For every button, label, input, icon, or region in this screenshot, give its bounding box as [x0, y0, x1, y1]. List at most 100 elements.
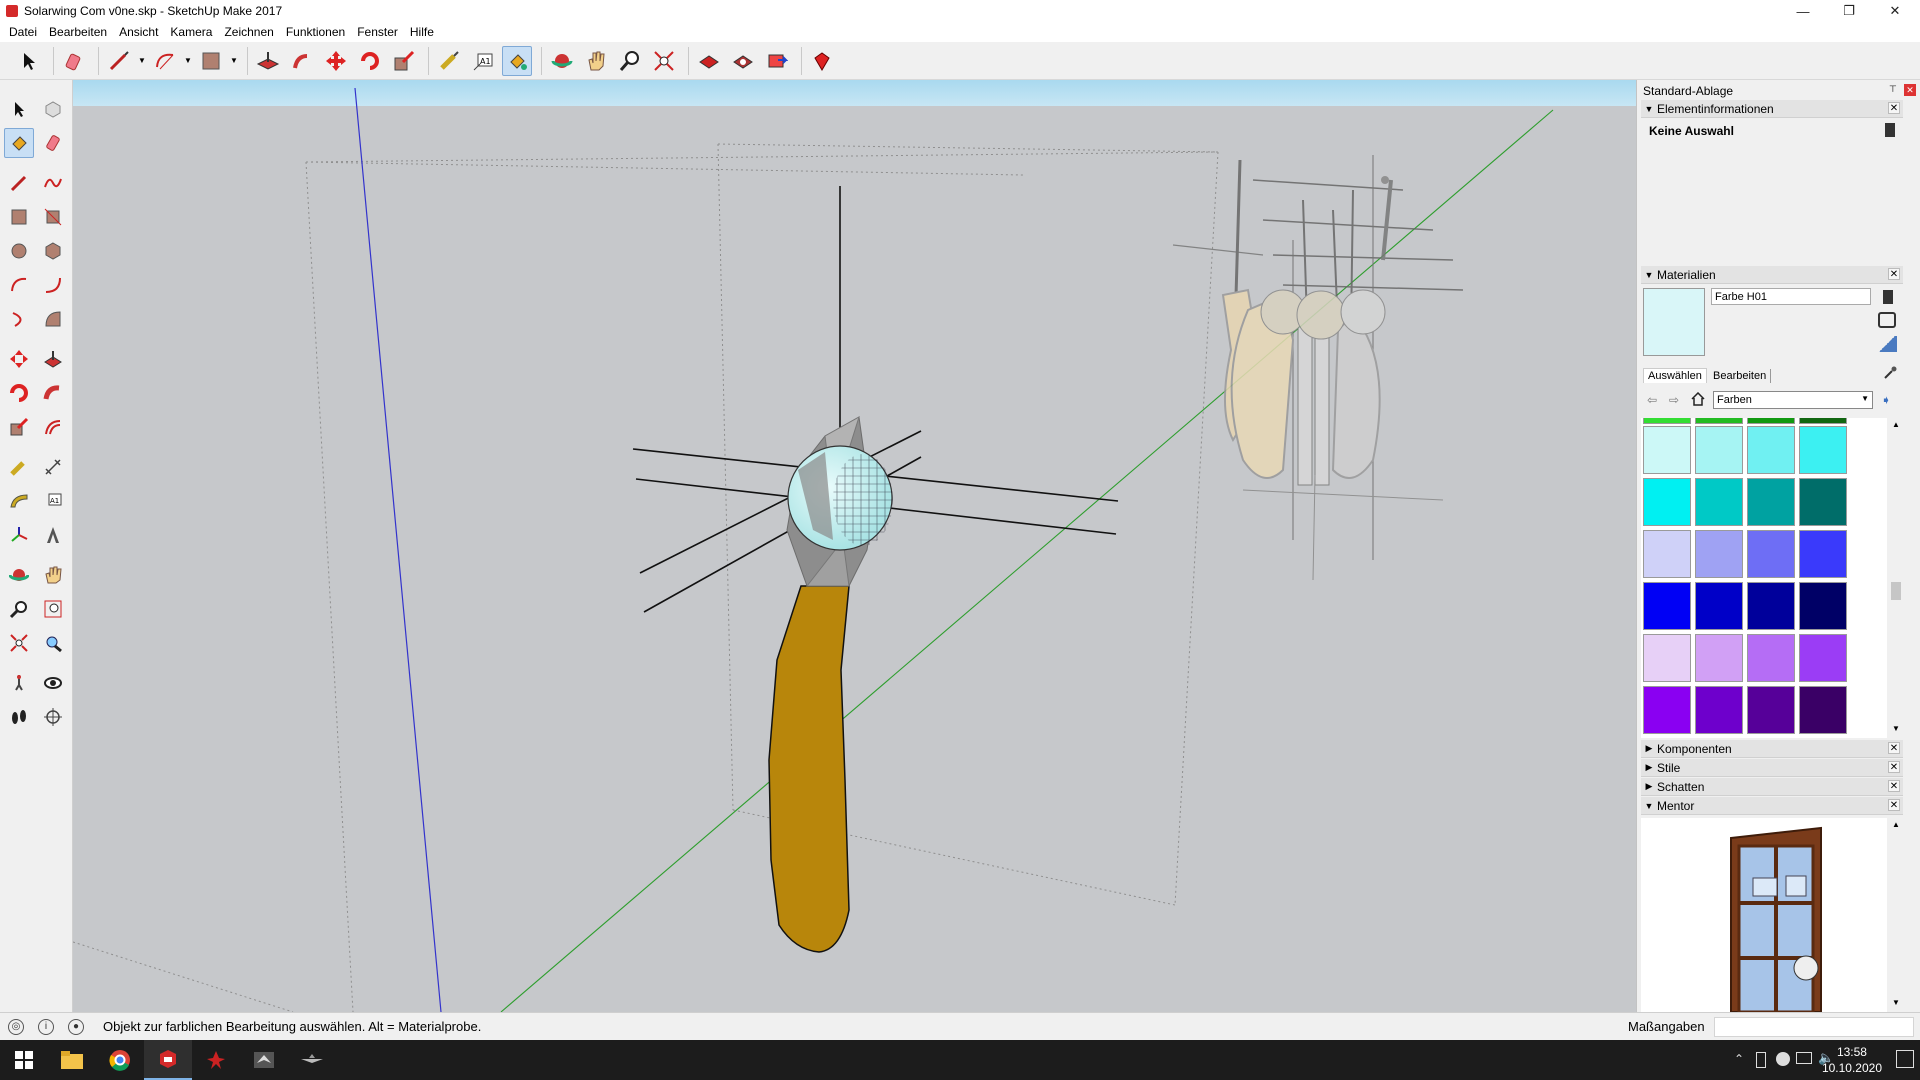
panel-mentor-header[interactable]: ▼ Mentor ✕	[1641, 797, 1903, 815]
create-material-icon[interactable]	[1883, 290, 1893, 304]
menu-datei[interactable]: Datei	[3, 25, 43, 39]
offset-tool-icon[interactable]	[38, 412, 68, 442]
circle-tool-icon[interactable]	[4, 236, 34, 266]
look-around-icon[interactable]	[38, 668, 68, 698]
tape-measure-tool-icon[interactable]	[4, 452, 34, 482]
orbit-tool-icon[interactable]	[547, 46, 577, 76]
color-swatch[interactable]	[1643, 634, 1691, 682]
axes-tool-icon[interactable]	[4, 520, 34, 550]
arc-tool-icon[interactable]	[150, 46, 180, 76]
zoom-tool-icon[interactable]	[4, 594, 34, 624]
color-swatch[interactable]	[1643, 418, 1691, 424]
scroll-up-icon[interactable]: ▲	[1892, 420, 1900, 429]
rectangle-tool-icon[interactable]	[4, 202, 34, 232]
menu-zeichnen[interactable]: Zeichnen	[218, 25, 279, 39]
color-swatch[interactable]	[1799, 634, 1847, 682]
move-tool-icon[interactable]	[321, 46, 351, 76]
extension-warehouse-icon[interactable]	[728, 46, 758, 76]
mentor-scrollbar[interactable]: ▲ ▼	[1889, 818, 1903, 1012]
sample-paint-icon[interactable]	[1877, 336, 1897, 352]
follow-me-tool-icon[interactable]	[38, 378, 68, 408]
panel-close-icon[interactable]: ✕	[1888, 761, 1900, 773]
select-tool-icon[interactable]	[4, 94, 34, 124]
color-swatch[interactable]	[1747, 582, 1795, 630]
walk-tool-icon[interactable]	[4, 702, 34, 732]
panel-close-icon[interactable]: ✕	[1888, 780, 1900, 792]
rotate-tool-icon[interactable]	[4, 378, 34, 408]
battery-icon[interactable]	[1756, 1052, 1766, 1068]
color-swatch[interactable]	[1747, 426, 1795, 474]
pan-tool-icon[interactable]	[581, 46, 611, 76]
eyedropper-icon[interactable]	[1883, 366, 1897, 380]
chrome-icon[interactable]	[96, 1040, 144, 1080]
maximize-button[interactable]: ❐	[1826, 0, 1872, 22]
info-icon[interactable]: i	[38, 1018, 54, 1035]
rotate-tool-icon[interactable]	[355, 46, 385, 76]
two-point-arc-tool-icon[interactable]	[38, 270, 68, 300]
zoom-extents-tool-icon[interactable]	[4, 628, 34, 658]
color-swatch[interactable]	[1747, 634, 1795, 682]
scroll-up-icon[interactable]: ▲	[1892, 820, 1900, 829]
make-component-icon[interactable]	[38, 94, 68, 124]
drawing-viewport[interactable]	[73, 80, 1636, 1012]
forward-icon[interactable]: ⇨	[1669, 393, 1679, 407]
menu-funktionen[interactable]: Funktionen	[280, 25, 351, 39]
share-model-icon[interactable]	[762, 46, 792, 76]
zoom-extents-tool-icon[interactable]	[649, 46, 679, 76]
app-plane-icon[interactable]	[240, 1040, 288, 1080]
tab-bearbeiten[interactable]: Bearbeiten	[1709, 369, 1772, 383]
color-swatch[interactable]	[1799, 530, 1847, 578]
tray-close-icon[interactable]: ✕	[1904, 84, 1916, 96]
color-swatch[interactable]	[1695, 418, 1743, 424]
menu-kamera[interactable]: Kamera	[164, 25, 218, 39]
color-swatch[interactable]	[1643, 478, 1691, 526]
color-swatch[interactable]	[1799, 686, 1847, 734]
dimension-tool-icon[interactable]	[38, 452, 68, 482]
network-icon[interactable]	[1796, 1052, 1812, 1064]
panel-close-icon[interactable]: ✕	[1888, 102, 1900, 114]
lock-icon[interactable]	[1885, 123, 1895, 137]
rotated-rectangle-tool-icon[interactable]	[38, 202, 68, 232]
scroll-thumb[interactable]	[1891, 582, 1901, 600]
panel-close-icon[interactable]: ✕	[1888, 799, 1900, 811]
color-swatch[interactable]	[1747, 530, 1795, 578]
color-swatch[interactable]	[1643, 426, 1691, 474]
scale-tool-icon[interactable]	[4, 412, 34, 442]
details-arrow-icon[interactable]: ➧	[1881, 393, 1891, 407]
color-swatch[interactable]	[1695, 530, 1743, 578]
color-swatch[interactable]	[1695, 686, 1743, 734]
three-point-arc-tool-icon[interactable]	[4, 304, 34, 334]
menu-ansicht[interactable]: Ansicht	[113, 25, 164, 39]
push-pull-tool-icon[interactable]	[253, 46, 283, 76]
scroll-down-icon[interactable]: ▼	[1892, 724, 1900, 733]
position-camera-icon[interactable]	[4, 668, 34, 698]
color-swatch[interactable]	[1799, 478, 1847, 526]
file-explorer-icon[interactable]	[48, 1040, 96, 1080]
menu-fenster[interactable]: Fenster	[351, 25, 404, 39]
pie-tool-icon[interactable]	[38, 304, 68, 334]
color-swatch[interactable]	[1747, 478, 1795, 526]
paint-bucket-tool-icon[interactable]	[4, 128, 34, 158]
library-select[interactable]: Farben ▼	[1713, 391, 1873, 409]
paint-bucket-tool-icon[interactable]	[502, 45, 532, 76]
zoom-window-tool-icon[interactable]	[38, 594, 68, 624]
protractor-tool-icon[interactable]	[4, 486, 34, 516]
app-glider-icon[interactable]	[288, 1040, 336, 1080]
3d-warehouse-icon[interactable]	[694, 46, 724, 76]
swatch-scrollbar[interactable]: ▲ ▼	[1889, 418, 1903, 738]
pin-icon[interactable]: ⊤	[1889, 84, 1901, 96]
color-swatch[interactable]	[1643, 530, 1691, 578]
user-icon[interactable]: ●	[68, 1018, 84, 1035]
scale-tool-icon[interactable]	[389, 46, 419, 76]
measurements-input[interactable]	[1714, 1017, 1914, 1037]
polygon-tool-icon[interactable]	[38, 236, 68, 266]
tab-auswaehlen[interactable]: Auswählen	[1643, 368, 1707, 383]
geo-location-icon[interactable]: ◎	[8, 1018, 24, 1035]
material-library-icon[interactable]	[1878, 312, 1896, 328]
eraser-tool-icon[interactable]	[38, 128, 68, 158]
zoom-tool-icon[interactable]	[615, 46, 645, 76]
panel-close-icon[interactable]: ✕	[1888, 268, 1900, 280]
eraser-tool-icon[interactable]	[59, 46, 89, 76]
color-swatch[interactable]	[1695, 634, 1743, 682]
arc-tool-dropdown-icon[interactable]: ▼	[184, 46, 192, 76]
